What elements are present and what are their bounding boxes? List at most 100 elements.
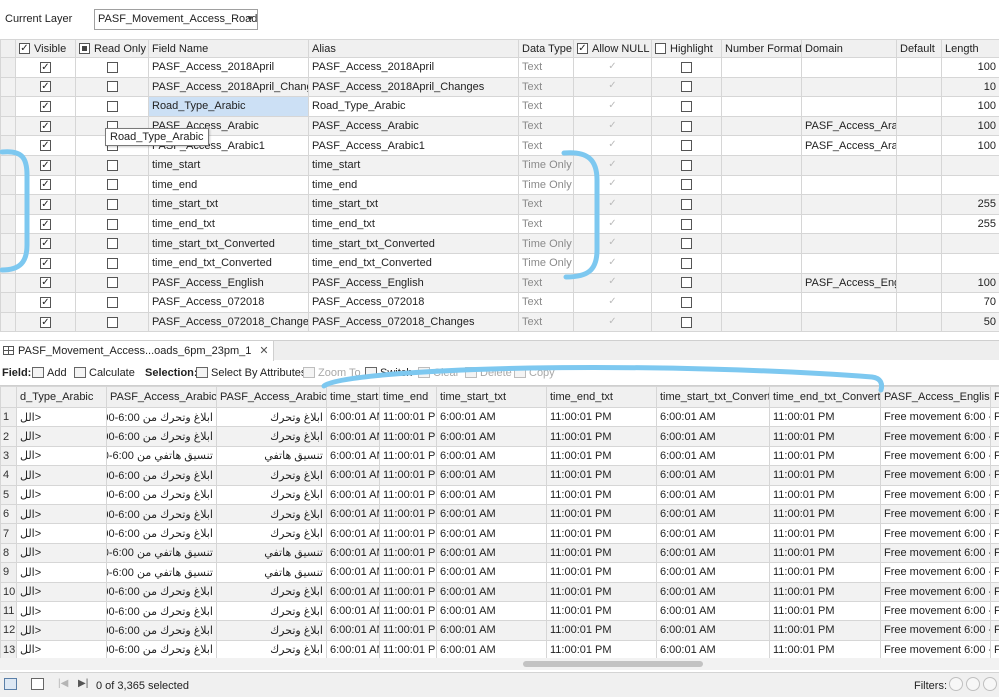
checkbox-indeterminate-icon[interactable] [79,43,90,55]
time-end-txt-cell[interactable]: 11:00:01 PM [546,542,657,564]
time-start-txt-cell[interactable]: 6:00:01 AM [436,406,547,428]
datatype-cell[interactable]: Text [518,115,574,137]
time-end-txt-cell[interactable]: 11:00:01 PM [546,639,657,658]
domain-cell[interactable] [801,57,897,78]
table-row[interactable]: 13الل>ابلاغ وتحرك من 6:00-23:00ابلاغ وتح… [0,639,999,658]
time-end-cell[interactable]: 11:00:01 PM [379,542,437,564]
row-selector[interactable] [0,174,16,196]
time-start-converted-cell[interactable]: 6:00:01 AM [656,600,770,622]
datatype-cell[interactable]: Text [518,292,574,313]
alias-cell[interactable]: time_end_txt [308,213,519,235]
time-end-txt-cell[interactable]: 11:00:01 PM [546,484,657,505]
checkbox-checked-icon[interactable]: ✓ [40,81,51,93]
access-english-cell[interactable]: Free movement 6:00 - 23 [880,503,991,525]
highlight-cell[interactable] [651,135,722,156]
road-type-cell[interactable]: الل> [16,639,107,658]
field-row[interactable]: ✓ time_end_txt time_end_txt Text ✓ 255 [0,213,999,235]
numberformat-cell[interactable] [721,213,802,235]
visible-cell[interactable]: ✓ [15,135,76,156]
checkbox-empty-icon[interactable] [106,257,118,269]
col-time-end-txt-header[interactable]: time_end_txt [546,386,657,408]
time-end-converted-cell[interactable]: 11:00:01 PM [769,562,881,583]
time-end-cell[interactable]: 11:00:01 PM [379,426,437,447]
access-arabic-cell[interactable]: ابلاغ وتحرك من 6:00-23:00 [106,406,217,428]
next-cell[interactable]: F [990,620,999,641]
row-number[interactable]: 4 [0,465,17,486]
highlight-cell[interactable] [651,292,722,313]
default-cell[interactable] [896,174,942,196]
visible-cell[interactable]: ✓ [15,233,76,254]
time-end-txt-cell[interactable]: 11:00:01 PM [546,445,657,467]
checkbox-empty-icon[interactable] [106,316,118,328]
highlight-cell[interactable] [651,194,722,215]
alias-cell[interactable]: time_start [308,154,519,176]
time-end-txt-cell[interactable]: 11:00:01 PM [546,426,657,447]
time-start-cell[interactable]: 6:00:01 AM [326,406,380,428]
time-end-txt-cell[interactable]: 11:00:01 PM [546,503,657,525]
checkbox-checked-icon[interactable]: ✓ [40,277,51,289]
checkbox-checked-icon[interactable]: ✓ [40,179,51,191]
access-arabic-cell[interactable]: ابلاغ وتحرك من 6:00-23:00 [106,465,217,486]
time-start-converted-cell[interactable]: 6:00:01 AM [656,465,770,486]
field-row[interactable]: ✓ time_end_txt_Converted time_end_txt_Co… [0,252,999,274]
visible-cell[interactable]: ✓ [15,115,76,137]
default-cell[interactable] [896,233,942,254]
row-selector[interactable] [0,57,16,78]
default-cell[interactable] [896,272,942,294]
highlight-cell[interactable] [651,272,722,294]
road-type-cell[interactable]: الل> [16,562,107,583]
alias-cell[interactable]: time_start_txt [308,194,519,215]
numberformat-cell[interactable] [721,252,802,274]
length-cell[interactable]: 70 [941,292,999,313]
checkbox-empty-icon[interactable] [681,277,692,289]
visible-cell[interactable]: ✓ [15,96,76,117]
default-cell[interactable] [896,115,942,137]
domain-cell[interactable] [801,154,897,176]
table-row[interactable]: 8الل>تنسيق هاتفي من 6:00-23:00تنسيق هاتف… [0,542,999,564]
time-end-cell[interactable]: 11:00:01 PM [379,600,437,622]
col-pasf-access-english-header[interactable]: PASF_Access_English [880,386,991,408]
time-start-cell[interactable]: 6:00:01 AM [326,542,380,564]
highlight-cell[interactable] [651,57,722,78]
checkbox-empty-icon[interactable] [106,297,118,309]
time-start-cell[interactable]: 6:00:01 AM [326,484,380,505]
field-name-cell[interactable]: PASF_Access_English [148,272,309,294]
time-start-converted-cell[interactable]: 6:00:01 AM [656,406,770,428]
highlight-cell[interactable] [651,96,722,117]
time-end-converted-cell[interactable]: 11:00:01 PM [769,639,881,658]
checkbox-checked-icon[interactable]: ✓ [40,316,51,328]
domain-cell[interactable] [801,311,897,332]
datatype-cell[interactable]: Text [518,213,574,235]
row-selector[interactable] [0,252,16,274]
row-selector[interactable] [0,272,16,294]
access-arabic-cell[interactable]: ابلاغ وتحرك من 6:00-23:00 [106,600,217,622]
row-number[interactable]: 10 [0,581,17,602]
field-name-cell[interactable]: PASF_Access_072018 [148,292,309,313]
next-cell[interactable]: F [990,406,999,428]
datatype-cell[interactable]: Text [518,76,574,98]
select-by-attributes-button[interactable]: Select By Attributes [196,367,306,379]
alias-cell[interactable]: time_end_txt_Converted [308,252,519,274]
next-cell[interactable]: F [990,581,999,602]
checkbox-empty-icon[interactable] [681,101,692,113]
checkbox-empty-icon[interactable] [106,179,118,191]
domain-cell[interactable]: PASF_Access_Arabic [801,115,897,137]
time-end-cell[interactable]: 11:00:01 PM [379,523,437,544]
time-end-converted-cell[interactable]: 11:00:01 PM [769,445,881,467]
col-domain-header[interactable]: Domain [801,39,897,58]
field-name-cell[interactable]: time_end_txt_Converted [148,252,309,274]
field-name-cell[interactable]: PASF_Access_2018April_Changes [148,76,309,98]
domain-cell[interactable]: PASF_Access_Arabic [801,135,897,156]
checkbox-empty-icon[interactable] [106,61,118,73]
next-cell[interactable]: F [990,445,999,467]
time-start-cell[interactable]: 6:00:01 AM [326,639,380,658]
checkbox-checked-icon[interactable]: ✓ [40,238,51,250]
checkbox-checked-icon[interactable]: ✓ [40,140,51,152]
access-arabic1-cell[interactable]: تنسيق هاتفي [216,542,327,564]
switch-selection-button[interactable]: Switch [365,367,412,379]
time-end-txt-cell[interactable]: 11:00:01 PM [546,523,657,544]
alias-cell[interactable]: time_end [308,174,519,196]
datatype-cell[interactable]: Time Only [518,174,574,196]
checkbox-checked-icon[interactable]: ✓ [40,199,51,211]
readonly-cell[interactable] [75,233,149,254]
